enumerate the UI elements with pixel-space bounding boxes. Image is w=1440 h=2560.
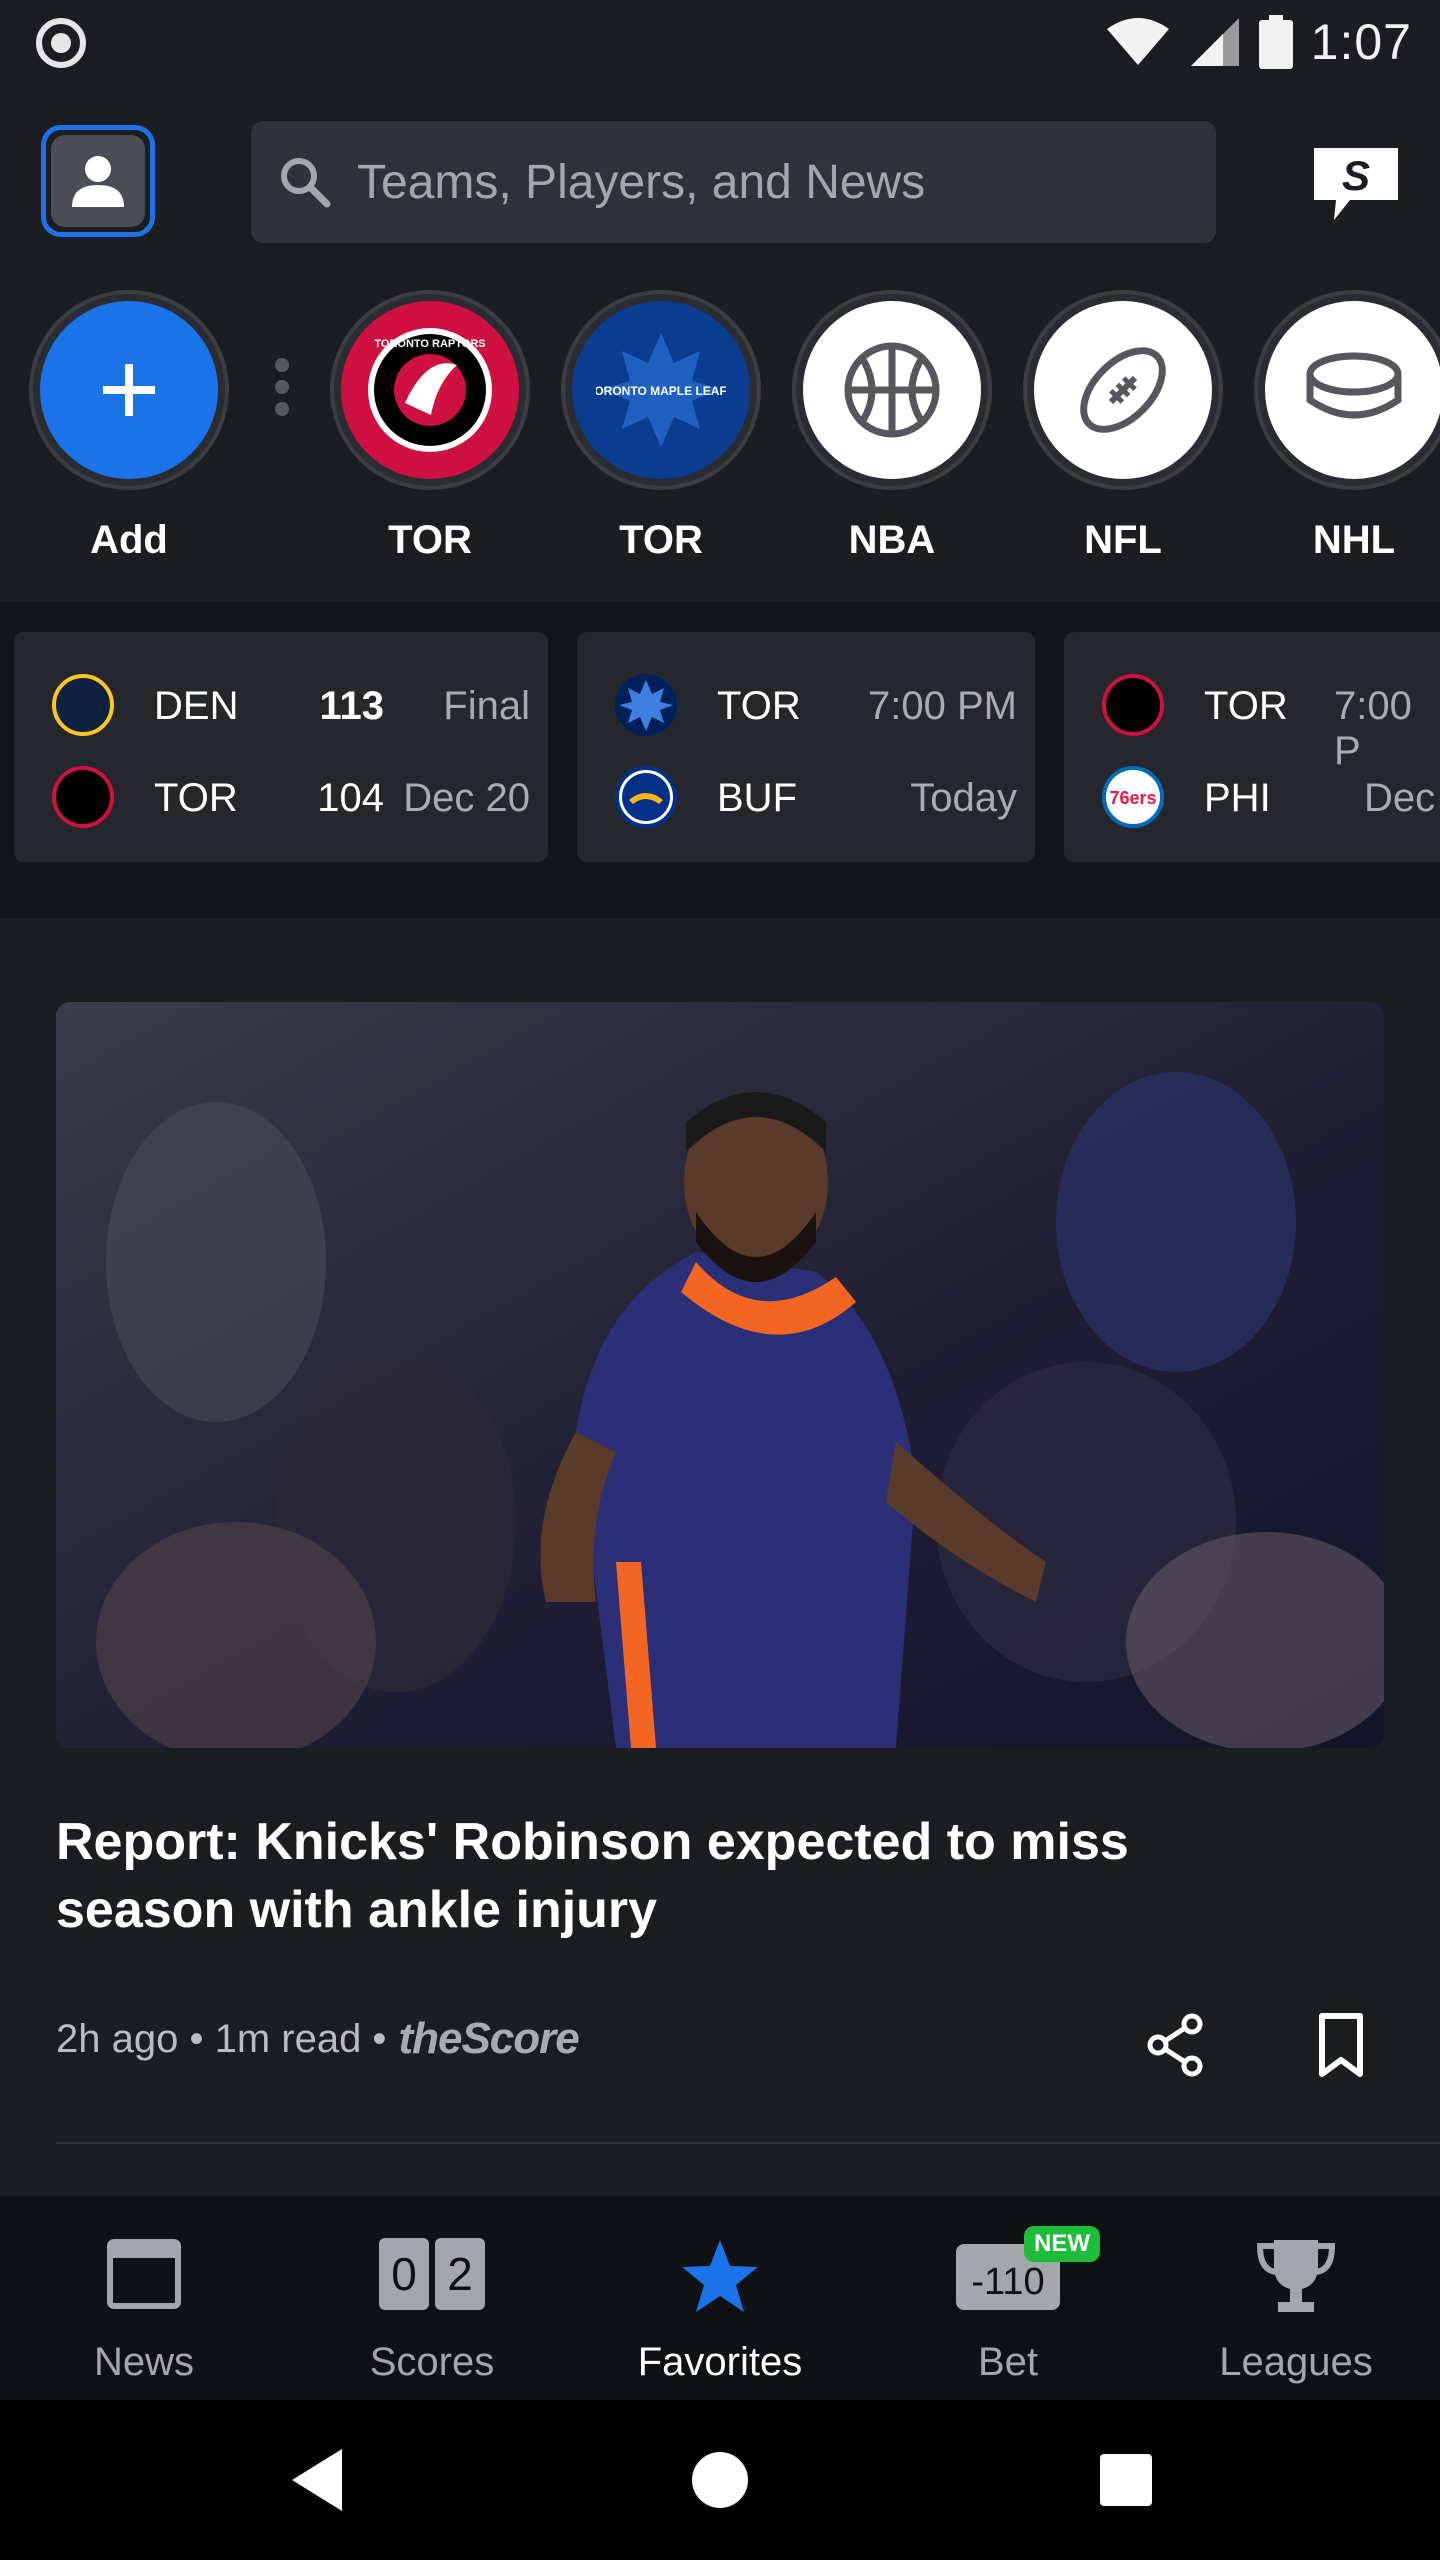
star-icon [682, 2240, 758, 2312]
favorite-label: TOR [619, 518, 703, 562]
cell-signal-icon [1190, 18, 1239, 66]
team-score: 104 [317, 776, 384, 820]
share-icon[interactable] [1140, 2010, 1210, 2080]
screen-record-icon [36, 18, 86, 68]
section-divider [0, 602, 1440, 618]
favorite-label: Add [90, 518, 168, 562]
raptors-logo-text: TORONTO RAPTORS [374, 338, 485, 350]
favorite-nhl[interactable]: NHL [1254, 290, 1440, 590]
back-icon[interactable] [288, 2445, 348, 2515]
scores-carousel[interactable]: DEN 113 Final TOR 104 Dec 20 TOR 7:00 PM… [0, 618, 1440, 918]
nav-label: News [93, 2340, 195, 2384]
nav-label: Scores [369, 2340, 495, 2384]
nfl-circle [1023, 290, 1223, 490]
raptors-logo-icon [52, 766, 114, 828]
nuggets-logo-icon [52, 674, 114, 736]
battery-icon [1258, 15, 1293, 69]
scores-icon-digit: 2 [447, 2248, 473, 2300]
nav-scores[interactable]: 0 2 Scores [288, 2196, 576, 2400]
scoreboard-icon: 0 2 [379, 2238, 485, 2310]
game-day: Dec [1364, 776, 1436, 820]
game-time: 7:00 P [1334, 684, 1412, 773]
favorite-raptors[interactable]: TORONTO RAPTORS TOR [330, 290, 530, 590]
thescore-chat-icon[interactable]: S [1310, 144, 1402, 224]
team-abbr: TOR [717, 684, 801, 728]
team-abbr: BUF [717, 776, 797, 820]
favorite-nba[interactable]: NBA [792, 290, 992, 590]
game-date: Dec 20 [403, 776, 530, 820]
bookmark-icon[interactable] [1306, 2010, 1376, 2080]
nba-circle [792, 290, 992, 490]
article-meta: 2h ago • 1m read • theScore [56, 2014, 580, 2064]
nav-label: Leagues [1219, 2340, 1373, 2384]
maple-leafs-logo-icon: TORONTO MAPLE LEAFS [572, 301, 750, 479]
bet-icon-text: -110 [971, 2261, 1044, 2303]
favorite-label: NBA [848, 518, 936, 562]
team-abbr: TOR [154, 776, 238, 820]
sixers-logo-text: 76ers [1109, 788, 1156, 808]
basketball-icon [803, 301, 981, 479]
game-card[interactable]: TOR 7:00 P 76ers PHI Dec [1064, 632, 1440, 862]
game-day: Today [910, 776, 1017, 820]
plus-icon [40, 301, 218, 479]
hockey-puck-icon [1265, 301, 1440, 479]
drag-handle-icon[interactable] [272, 358, 292, 418]
favorite-nfl[interactable]: NFL [1023, 290, 1223, 590]
home-icon[interactable] [690, 2445, 750, 2515]
recents-icon[interactable] [1096, 2445, 1156, 2515]
team-score: 113 [319, 684, 384, 728]
article-divider [56, 2142, 1440, 2144]
football-icon [1034, 301, 1212, 479]
clock: 1:07 [1310, 14, 1412, 70]
leafs-circle: TORONTO MAPLE LEAFS [561, 290, 761, 490]
bottom-navigation: News 0 2 Scores Favorites -110 NEW Bet L… [0, 2196, 1440, 2400]
new-badge: NEW [1024, 2226, 1100, 2262]
favorite-label: NHL [1312, 518, 1396, 562]
nav-news[interactable]: News [0, 2196, 288, 2400]
scores-icon-digit: 0 [391, 2248, 417, 2300]
game-card[interactable]: TOR 7:00 PM BUF Today [577, 632, 1035, 862]
favorite-add[interactable]: Add [29, 290, 229, 590]
trophy-icon [1256, 2240, 1336, 2312]
svg-text:S: S [1342, 152, 1370, 199]
favorite-label: TOR [388, 518, 472, 562]
team-abbr: PHI [1204, 776, 1271, 820]
status-icons: 1:07 [1105, 10, 1412, 74]
add-favorite-button[interactable] [29, 290, 229, 490]
raptors-logo-icon [1102, 674, 1164, 736]
search-icon [281, 158, 331, 208]
raptors-logo-icon: TORONTO RAPTORS [341, 301, 519, 479]
nav-bet[interactable]: -110 NEW Bet [864, 2196, 1152, 2400]
nav-leagues[interactable]: Leagues [1152, 2196, 1440, 2400]
favorites-row: Add TORONTO RAPTORS TOR TORONTO MAPLE LE [0, 290, 1440, 600]
game-status: Final [443, 684, 530, 728]
nav-label: Favorites [637, 2340, 803, 2384]
article-image[interactable] [56, 1002, 1384, 1748]
team-abbr: DEN [154, 684, 239, 728]
search-bar[interactable]: Teams, Players, and News [251, 121, 1216, 243]
article-headline[interactable]: Report: Knicks' Robinson expected to mis… [56, 1808, 1256, 1944]
game-time: 7:00 PM [868, 684, 1017, 728]
raptors-circle: TORONTO RAPTORS [330, 290, 530, 490]
search-placeholder: Teams, Players, and News [357, 155, 926, 209]
leafs-logo-text: TORONTO MAPLE LEAFS [596, 384, 726, 398]
system-navigation-bar [0, 2400, 1440, 2560]
game-card[interactable]: DEN 113 Final TOR 104 Dec 20 [14, 632, 548, 862]
wifi-icon [1106, 18, 1169, 65]
team-abbr: TOR [1204, 684, 1288, 728]
newspaper-icon [107, 2239, 181, 2309]
article-meta-text: 2h ago • 1m read • [56, 2016, 387, 2061]
sixers-logo-icon: 76ers [1102, 766, 1164, 828]
favorite-maple-leafs[interactable]: TORONTO MAPLE LEAFS TOR [561, 290, 761, 590]
sabres-logo-icon [615, 766, 677, 828]
profile-button[interactable] [41, 125, 155, 237]
nhl-circle [1254, 290, 1440, 490]
nav-favorites[interactable]: Favorites [576, 2196, 864, 2400]
profile-icon [51, 135, 145, 227]
favorite-label: NFL [1084, 518, 1162, 562]
article-source: theScore [398, 2014, 579, 2063]
status-bar: 1:07 [0, 0, 1440, 84]
nav-label: Bet [977, 2340, 1039, 2384]
maple-leafs-logo-icon [615, 674, 677, 736]
